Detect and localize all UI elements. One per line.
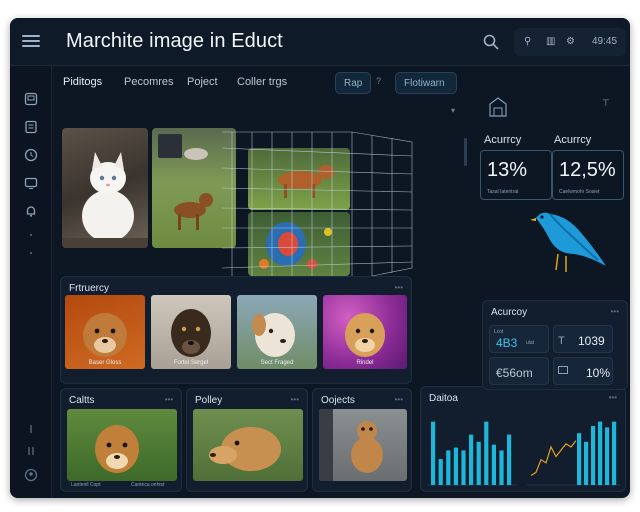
tab-piditogs[interactable]: Piditogs xyxy=(63,76,102,88)
card-menu-icon[interactable]: ••• xyxy=(395,283,403,292)
panel-caret-icon[interactable]: ▾ xyxy=(451,106,455,115)
metric-4-value: 10% xyxy=(586,366,611,380)
dog-thumb-4[interactable]: Rindel xyxy=(323,295,407,369)
stat-1-box: 13% Tasal Iatentrat xyxy=(480,150,552,200)
filter-icon[interactable]: ⊤ xyxy=(602,98,610,109)
metric-2-prefix: T xyxy=(558,335,565,347)
hamburger-menu-icon[interactable] xyxy=(22,32,40,50)
chart-bar xyxy=(431,421,436,485)
key-icon[interactable]: ⚲ xyxy=(524,36,531,47)
app-title: Marchite image in Educt xyxy=(66,30,283,52)
dog-thumb-4-caption: Rindel xyxy=(356,360,374,366)
document-icon[interactable] xyxy=(24,120,38,134)
monitor-icon[interactable] xyxy=(24,176,38,190)
info-icon[interactable] xyxy=(24,444,38,458)
stat-2-value: 12,5% xyxy=(559,159,616,181)
metric-4-icon xyxy=(558,366,568,374)
tab-coller-trgs[interactable]: Coller trgs xyxy=(237,76,287,88)
objects-card: Oojects ••• xyxy=(312,388,412,492)
account-icon[interactable] xyxy=(24,468,38,482)
callts-card: Caltts ••• Lantenil Copt Canteca onhist xyxy=(60,388,182,492)
dog-thumb-3[interactable]: Sect Fraged xyxy=(237,295,317,369)
stat-1-value: 13% xyxy=(487,159,528,181)
hero-image-panel xyxy=(62,128,457,288)
frequency-card-title: Frtruercy xyxy=(69,283,109,294)
gallery-icon[interactable] xyxy=(24,92,38,106)
bell-icon[interactable] xyxy=(24,204,38,218)
dog-thumb-2[interactable]: Fortel Sergel xyxy=(151,295,231,369)
settings-icon[interactable]: ⚙ xyxy=(566,36,575,47)
wireframe-grid-overlay xyxy=(222,131,413,281)
chart-bar xyxy=(438,459,443,485)
stat-2-sub: Caelwmohr Sosiet xyxy=(559,189,600,195)
tab-poject[interactable]: Poject xyxy=(187,76,218,88)
metric-3-value: €56om xyxy=(496,366,533,380)
callts-caption-left: Lantenil Copt xyxy=(71,482,101,488)
dog-thumb-1[interactable]: Baser Gloss xyxy=(65,295,145,369)
help-icon[interactable] xyxy=(24,422,38,436)
metric-4: 10% xyxy=(553,357,613,385)
metric-3: €56om xyxy=(489,357,549,385)
search-icon[interactable] xyxy=(482,33,500,51)
metric-2: T 1039 xyxy=(553,325,613,353)
flotiwarn-button[interactable]: Flotiwarn xyxy=(395,72,457,94)
sidebar-dot xyxy=(30,234,32,236)
vertical-scrollbar[interactable] xyxy=(464,138,467,166)
clock-icon[interactable] xyxy=(24,148,38,162)
sidebar-dot xyxy=(30,252,32,254)
kitten-photo[interactable] xyxy=(62,128,148,248)
dog-thumb-2-caption: Fortel Sergel xyxy=(173,360,209,366)
grid-icon[interactable]: ▥ xyxy=(546,36,555,47)
tab-pecomres[interactable]: Pecomres xyxy=(124,76,174,88)
chart-bar xyxy=(461,450,466,485)
stat-1-label: Acurrcy xyxy=(484,134,522,146)
app-window: Marchite image in Educt ⚲ ▥ ⚙ 49:45 Pidi… xyxy=(10,18,630,498)
callts-dog-photo[interactable] xyxy=(67,409,177,481)
rap-button[interactable]: Rap xyxy=(335,72,372,94)
stat-2-label: Acurrcy xyxy=(554,134,592,146)
card-menu-icon[interactable]: ••• xyxy=(165,395,173,404)
frequency-card: Frtruercy ••• Baser Gloss Fortel Sergel … xyxy=(60,276,412,384)
card-menu-icon[interactable]: ••• xyxy=(291,395,299,404)
tab-separator: ? xyxy=(376,76,382,86)
polley-dog-photo[interactable] xyxy=(193,409,303,481)
callts-caption-right: Canteca onhist xyxy=(131,482,165,488)
metric-1-value: 4B3 xyxy=(496,336,518,350)
card-menu-icon[interactable]: ••• xyxy=(611,307,619,316)
polley-card-title: Polley xyxy=(195,395,223,406)
metric-2-value: 1039 xyxy=(578,334,605,348)
metric-1-suffix: ulat xyxy=(526,340,535,346)
metric-1-prefix: Lcot xyxy=(494,329,504,335)
objects-card-title: Oojects xyxy=(321,395,355,406)
right-panel: ⊤ Acurrcy 13% Tasal Iatentrat Acurrcy 12… xyxy=(470,72,630,498)
accuracy-card-title: Acurcoy xyxy=(491,307,528,318)
clock-readout: 49:45 xyxy=(592,36,618,47)
bird-illustration xyxy=(528,204,608,285)
chart-bar xyxy=(446,450,451,485)
sidebar xyxy=(10,66,52,498)
stat-1-sub: Tasal Iatentrat xyxy=(487,189,519,195)
card-menu-icon[interactable]: ••• xyxy=(395,395,403,404)
objects-dog-photo[interactable] xyxy=(319,409,407,481)
polley-card: Polley ••• xyxy=(186,388,308,492)
top-toolbar: ⚲ ▥ ⚙ 49:45 xyxy=(514,28,626,56)
accuracy-card: Acurcoy ••• Lcot 4B3 ulat T 1039 €56om 1… xyxy=(482,300,628,390)
dog-thumb-3-caption: Sect Fraged xyxy=(260,360,294,366)
top-bar: Marchite image in Educt ⚲ ▥ ⚙ 49:45 xyxy=(10,18,630,66)
stat-2-box: 12,5% Caelwmohr Sosiet xyxy=(552,150,624,200)
leaf-logo-icon xyxy=(488,96,508,123)
dashboard-chart-title: Daitoa xyxy=(429,393,458,404)
callts-card-title: Caltts xyxy=(69,395,95,406)
chart-bar xyxy=(453,447,458,485)
metric-1: Lcot 4B3 ulat xyxy=(489,325,549,353)
dog-thumb-1-caption: Baser Gloss xyxy=(88,360,122,366)
